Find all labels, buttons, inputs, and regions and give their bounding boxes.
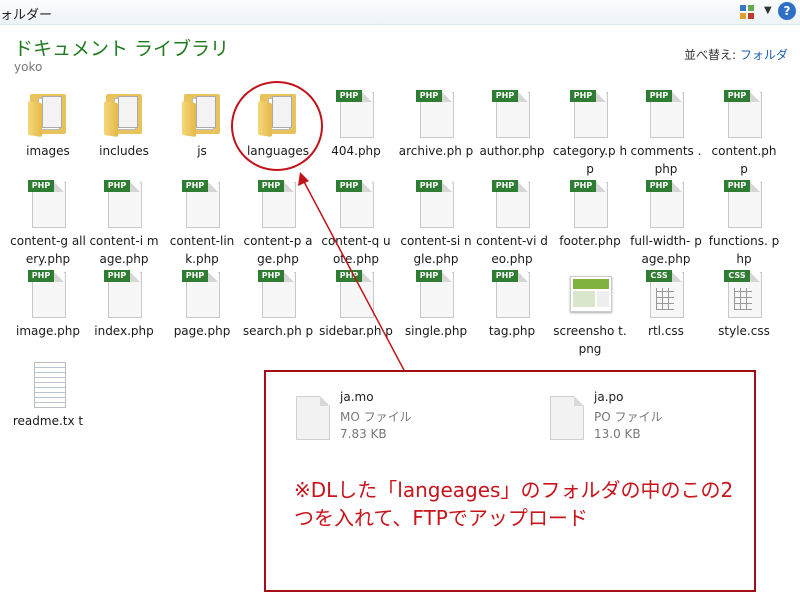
annotation-note: ※DLした「langeages」のフォルダの中のこの2つを入れて、FTPでアップ… <box>294 478 734 530</box>
annotation-callout: ja.mo MO ファイル 7.83 KB ja.po PO ファイル 13.0… <box>264 370 756 592</box>
file-type: PO ファイル <box>594 410 663 424</box>
po-file-icon[interactable] <box>550 396 584 440</box>
file-type: MO ファイル <box>340 410 412 424</box>
file-name[interactable]: ja.mo <box>340 390 374 404</box>
file-name[interactable]: ja.po <box>594 390 623 404</box>
file-size: 13.0 KB <box>594 427 641 441</box>
file-size: 7.83 KB <box>340 427 387 441</box>
mo-file-icon[interactable] <box>296 396 330 440</box>
